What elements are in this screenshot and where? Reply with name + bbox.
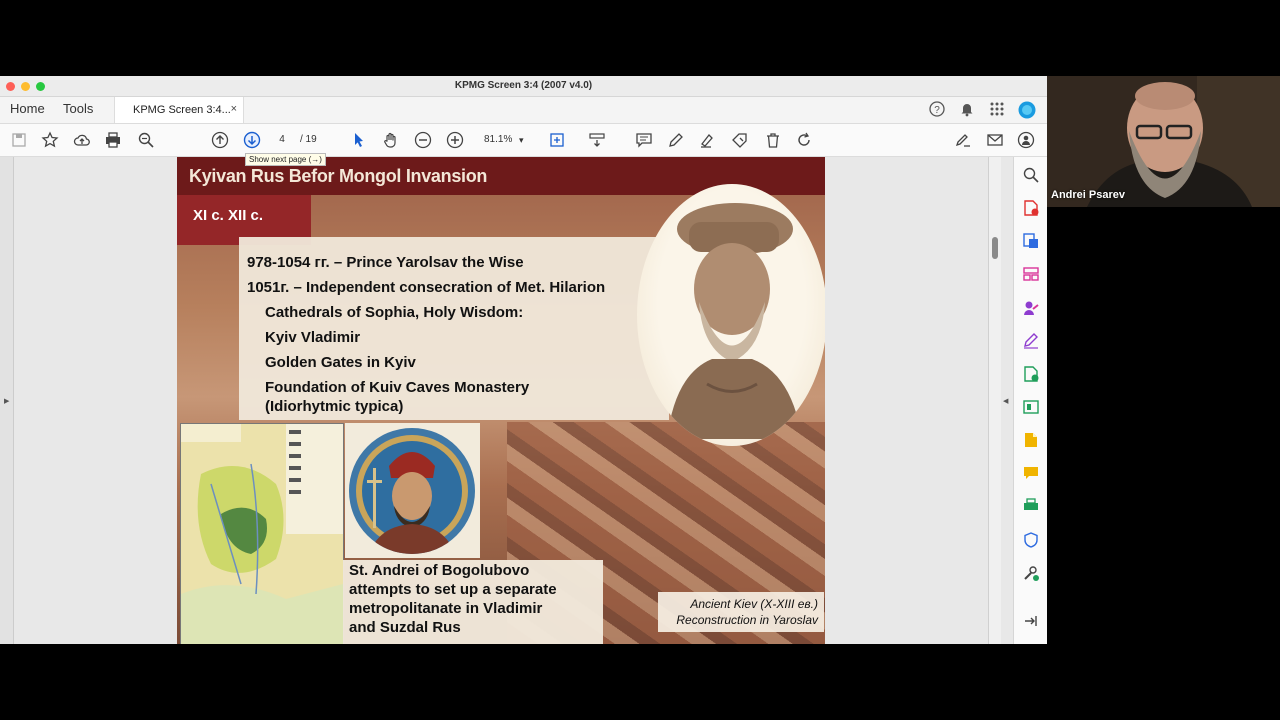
comment-icon[interactable] (635, 131, 653, 149)
mail-icon[interactable] (986, 131, 1004, 149)
collapse-panel-icon[interactable] (1022, 612, 1040, 630)
apps-grid-icon[interactable] (989, 101, 1005, 119)
scroll-mode-icon[interactable] (588, 131, 606, 149)
slide-line-6: Foundation of Kuiv Caves Monastery (265, 379, 530, 396)
export-icon[interactable] (1022, 365, 1040, 383)
highlight-icon[interactable] (699, 131, 717, 149)
chevron-down-icon: ▾ (519, 135, 524, 145)
search-icon[interactable] (1022, 166, 1040, 184)
svg-text:?: ? (934, 105, 940, 116)
hand-icon[interactable] (382, 131, 400, 149)
export-pdf-icon[interactable] (1022, 199, 1040, 217)
caption-line-1: Ancient Kiev (X-XIII ев.) (690, 597, 818, 611)
bottom-line-1: St. Andrei of Bogolubovo (349, 562, 530, 579)
comment-icon[interactable] (1022, 464, 1040, 482)
document-tab-label: KPMG Screen 3:4... (133, 104, 231, 116)
andrei-bogolubsky-icon-image (345, 423, 480, 558)
slide-page: Kyivan Rus Befor Mongol Invansion XI c. … (177, 157, 825, 644)
icon-medallion (349, 428, 475, 554)
print-production-icon[interactable] (1022, 497, 1040, 515)
bottom-line-3: metropolitanate in Vladimir (349, 600, 543, 617)
tab-bar: Home Tools KPMG Screen 3:4... × ? (0, 97, 1047, 124)
title-bar: KPMG Screen 3:4 (2007 v4.0) (0, 76, 1047, 97)
slide-text-panel: 978-1054 гг. – Prince Yarolsav the Wise … (239, 237, 669, 420)
slide-line-3: Cathedrals of Sophia, Holy Wisdom: (265, 304, 524, 321)
bookmark-star-icon[interactable] (41, 131, 59, 149)
sign-icon[interactable] (731, 131, 749, 149)
save-icon[interactable] (10, 131, 28, 149)
user-avatar-icon[interactable] (1018, 101, 1036, 119)
tab-home[interactable]: Home (10, 101, 45, 116)
zoom-out-icon[interactable] (414, 131, 432, 149)
zoom-in-icon[interactable] (446, 131, 464, 149)
pen-icon[interactable] (667, 131, 685, 149)
organize-pages-icon[interactable] (1022, 265, 1040, 283)
caption-line-2: Reconstruction in Yaroslav (676, 613, 818, 627)
main-toolbar: 4 / 19 81.1% ▾ (0, 124, 1047, 157)
bottom-line-2: attempts to set up a separate (349, 581, 557, 598)
protect-icon[interactable] (1022, 531, 1040, 549)
yaroslav-bust-image (637, 184, 825, 446)
upload-cloud-icon[interactable] (73, 131, 91, 149)
right-tools-panel (1013, 157, 1047, 644)
search-zoom-icon[interactable] (137, 131, 155, 149)
slide-line-1: 978-1054 гг. – Prince Yarolsav the Wise (247, 254, 524, 271)
expand-left-panel-icon[interactable]: ▶ (4, 397, 9, 405)
kievan-rus-map-image (180, 423, 344, 644)
send-for-comments-icon[interactable] (1022, 431, 1040, 449)
more-tools-icon[interactable] (1022, 564, 1040, 582)
collapse-right-panel-icon[interactable]: ◀ (1003, 397, 1008, 405)
vertical-scrollbar[interactable] (988, 157, 1001, 644)
close-tab-icon[interactable]: × (231, 103, 237, 115)
compress-icon[interactable] (1022, 398, 1040, 416)
zoom-value: 81.1% (484, 134, 513, 145)
create-pdf-icon[interactable] (1022, 232, 1040, 250)
acrobat-window: KPMG Screen 3:4 (2007 v4.0) Home Tools K… (0, 76, 1047, 644)
next-page-tooltip: Show next page (→) (245, 153, 326, 166)
tab-document[interactable]: KPMG Screen 3:4... × (114, 97, 244, 123)
tab-tools[interactable]: Tools (63, 101, 93, 116)
sign-request-icon[interactable] (954, 131, 972, 149)
edit-pdf-icon[interactable] (1022, 299, 1040, 317)
participant-video-image (1047, 76, 1280, 207)
total-pages: / 19 (300, 134, 317, 145)
rotate-icon[interactable] (795, 131, 813, 149)
fill-sign-icon[interactable] (1022, 332, 1040, 350)
bottom-text-panel: St. Andrei of Bogolubovo attempts to set… (343, 560, 603, 644)
image-caption: Ancient Kiev (X-XIII ев.) Reconstruction… (658, 592, 824, 632)
page-number-input[interactable]: 4 (268, 132, 296, 148)
print-icon[interactable] (104, 131, 122, 149)
help-icon[interactable]: ? (929, 101, 945, 119)
slide-line-4: Kyiv Vladimir (265, 329, 361, 346)
cursor-icon[interactable] (350, 131, 368, 149)
left-panel-toggle[interactable]: ▶ (0, 157, 14, 644)
zoom-dropdown[interactable]: 81.1% ▾ (478, 132, 528, 148)
window-title: KPMG Screen 3:4 (2007 v4.0) (454, 80, 593, 91)
participant-name: Andrei Psarev (1051, 189, 1125, 201)
slide-line-5: Golden Gates in Kyiv (265, 354, 416, 371)
notifications-bell-icon[interactable] (959, 101, 975, 119)
century-label: XI c. XII c. (193, 207, 264, 224)
slide-line-2: 1051г. – Independent consecration of Met… (247, 279, 606, 296)
participant-video-tile: Andrei Psarev (1047, 76, 1280, 207)
bottom-line-4: and Suzdal Rus (349, 619, 461, 636)
fit-page-icon[interactable] (548, 131, 566, 149)
slide-line-7: (Idiorhytmic typica) (265, 398, 404, 415)
share-icon[interactable] (1017, 131, 1035, 149)
delete-icon[interactable] (764, 131, 782, 149)
slide-title: Kyivan Rus Befor Mongol Invansion (189, 166, 488, 186)
next-page-icon[interactable] (243, 131, 261, 149)
prev-page-icon[interactable] (211, 131, 229, 149)
scrollbar-thumb[interactable] (992, 237, 998, 259)
